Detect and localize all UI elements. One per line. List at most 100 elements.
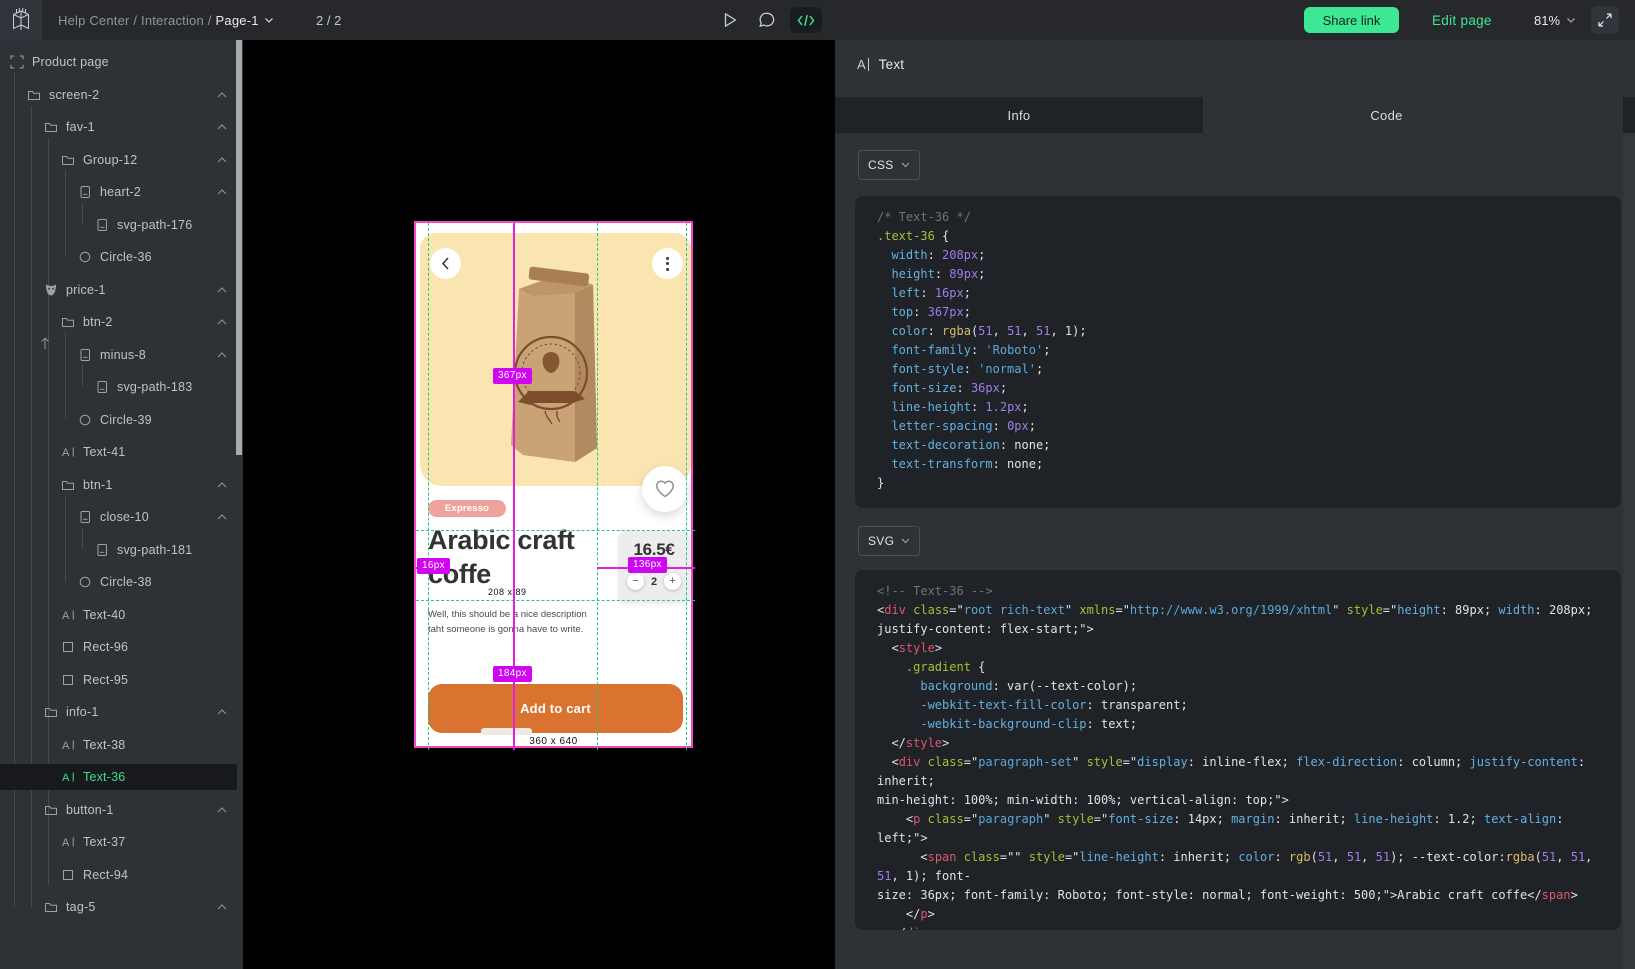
code-line: justify-content: flex-start;">	[877, 620, 1599, 639]
design-canvas[interactable]: Expresso Arabic craft coffe 208 x 89 Wel…	[243, 40, 835, 969]
tree-item-svg-path-181[interactable]: svg-path-181	[0, 537, 237, 563]
code-mode-button[interactable]	[790, 7, 822, 33]
tree-item-svg-path-183[interactable]: svg-path-183	[0, 374, 237, 400]
chevron-up-icon[interactable]	[217, 124, 227, 130]
minus-button[interactable]: −	[627, 573, 644, 590]
panel-scrollbar-track[interactable]	[1623, 133, 1635, 969]
chevron-up-icon[interactable]	[217, 352, 227, 358]
product-image-area	[420, 233, 691, 486]
code-line: size: 36px; font-family: Roboto; font-st…	[877, 886, 1599, 905]
tree-item-product page[interactable]: Product page	[0, 49, 237, 75]
home-indicator	[481, 728, 532, 735]
folder-icon	[44, 900, 58, 914]
tree-item-btn-2[interactable]: btn-2	[0, 309, 237, 335]
chevron-up-icon[interactable]	[217, 807, 227, 813]
css-code-block: /* Text-36 */.text-36 { width: 208px; he…	[855, 196, 1621, 508]
tree-item-rect-94[interactable]: Rect-94	[0, 862, 237, 888]
code-line: -webkit-background-clip: text;	[877, 715, 1599, 734]
svg-language-dropdown[interactable]: SVG	[858, 526, 920, 556]
tree-item-circle-36[interactable]: Circle-36	[0, 244, 237, 270]
play-button[interactable]	[718, 0, 742, 40]
tree-item-screen-2[interactable]: screen-2	[0, 82, 237, 108]
fullscreen-button[interactable]	[1591, 6, 1619, 34]
teal-guide-vertical	[686, 223, 687, 750]
tree-item-text-41[interactable]: A Text-41	[0, 439, 237, 465]
tree-item-group-12[interactable]: Group-12	[0, 147, 237, 173]
svg-code-block: <!-- Text-36 --><div class="root rich-te…	[855, 570, 1621, 930]
chevron-down-icon	[1566, 17, 1576, 24]
measure-label-right: 136px	[628, 557, 667, 573]
rect-icon	[61, 640, 75, 654]
chevron-up-icon[interactable]	[217, 92, 227, 98]
svgfile-icon	[95, 543, 109, 557]
tree-item-tag-5[interactable]: tag-5	[0, 894, 237, 920]
tree-item-minus-8[interactable]: minus-8	[0, 342, 237, 368]
comment-button[interactable]	[755, 0, 779, 40]
tab-info[interactable]: Info	[835, 97, 1203, 133]
folder-icon	[27, 88, 41, 102]
chevron-up-icon[interactable]	[217, 482, 227, 488]
tree-item-rect-95[interactable]: Rect-95	[0, 667, 237, 693]
more-options-button[interactable]	[652, 248, 683, 279]
chevron-up-icon[interactable]	[217, 904, 227, 910]
css-language-dropdown[interactable]: CSS	[858, 150, 920, 180]
tree-item-label: btn-2	[83, 315, 113, 329]
screen-frame[interactable]: Expresso Arabic craft coffe 208 x 89 Wel…	[414, 221, 693, 748]
svgfile-icon	[78, 348, 92, 362]
inspector-tabs: Info Code	[835, 97, 1635, 133]
circle-icon	[78, 250, 92, 264]
chevron-down-icon	[901, 162, 910, 168]
heart-icon	[654, 479, 676, 499]
tree-item-circle-39[interactable]: Circle-39	[0, 407, 237, 433]
tree-item-svg-path-176[interactable]: svg-path-176	[0, 212, 237, 238]
breadcrumb-current[interactable]: Page-1	[216, 13, 259, 28]
logo-icon	[10, 7, 32, 33]
chevron-up-icon[interactable]	[217, 319, 227, 325]
tree-item-text-36[interactable]: AText-36	[0, 764, 237, 790]
tree-item-close-10[interactable]: close-10	[0, 504, 237, 530]
folder-icon	[44, 803, 58, 817]
tree-item-label: Text-41	[83, 445, 125, 459]
tree-item-button-1[interactable]: button-1	[0, 797, 237, 823]
chevron-up-icon[interactable]	[217, 157, 227, 163]
chevron-up-icon[interactable]	[217, 709, 227, 715]
tree-item-label: screen-2	[49, 88, 99, 102]
tab-code[interactable]: Code	[1203, 97, 1635, 133]
plus-button[interactable]: +	[664, 573, 681, 590]
zoom-level-value: 81%	[1534, 13, 1560, 28]
sidebar-scrollbar[interactable]	[236, 40, 242, 455]
tree-item-btn-1[interactable]: btn-1	[0, 472, 237, 498]
edit-page-link[interactable]: Edit page	[1432, 0, 1492, 40]
back-button[interactable]	[430, 248, 461, 279]
code-line: font-family: 'Roboto';	[877, 341, 1599, 360]
tree-item-info-1[interactable]: info-1	[0, 699, 237, 725]
code-line: <div class="root rich-text" xmlns="http:…	[877, 601, 1599, 620]
add-to-cart-button[interactable]: Add to cart	[428, 684, 683, 733]
teal-guide-horizontal	[416, 530, 695, 531]
tree-item-text-37[interactable]: AText-37	[0, 829, 237, 855]
tree-item-heart-2[interactable]: heart-2	[0, 179, 237, 205]
chevron-up-icon[interactable]	[217, 287, 227, 293]
tree-item-circle-38[interactable]: Circle-38	[0, 569, 237, 595]
breadcrumb[interactable]: Help Center / Interaction / Page-1	[58, 0, 274, 40]
tree-item-price-1[interactable]: price-1	[0, 277, 237, 303]
app-logo[interactable]	[0, 0, 42, 40]
chevron-down-icon	[901, 538, 910, 544]
tree-item-label: info-1	[66, 705, 98, 719]
circle-icon	[78, 575, 92, 589]
chevron-up-icon[interactable]	[217, 514, 227, 520]
tree-item-text-40[interactable]: AText-40	[0, 602, 237, 628]
favorite-button[interactable]	[642, 466, 688, 512]
zoom-level-control[interactable]: 81%	[1534, 0, 1576, 40]
chevron-down-icon[interactable]	[264, 17, 274, 24]
svgfile-icon	[95, 380, 109, 394]
chevron-up-icon[interactable]	[217, 189, 227, 195]
tree-item-text-38[interactable]: AText-38	[0, 732, 237, 758]
tree-item-rect-96[interactable]: Rect-96	[0, 634, 237, 660]
code-icon	[797, 14, 815, 27]
share-link-button[interactable]: Share link	[1304, 7, 1399, 33]
teal-guide-vertical	[428, 223, 429, 750]
expand-icon	[1598, 13, 1612, 27]
tree-item-fav-1[interactable]: fav-1	[0, 114, 237, 140]
svg-text:A: A	[62, 447, 70, 459]
